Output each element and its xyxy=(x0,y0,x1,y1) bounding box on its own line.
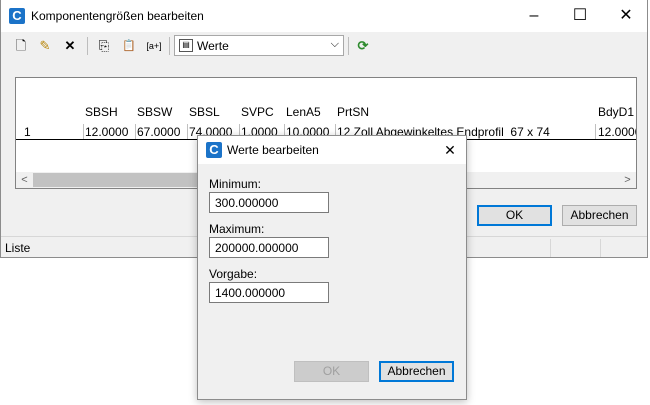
status-divider xyxy=(600,239,601,257)
table-cell[interactable]: 12.0000 xyxy=(598,125,636,139)
table-cell[interactable]: 67.0000 xyxy=(137,125,187,139)
table-icon: ▤ xyxy=(179,39,193,52)
dialog-close-button[interactable]: ✕ xyxy=(434,136,466,164)
edit-icon[interactable]: ✎ xyxy=(35,36,55,56)
status-text: Liste xyxy=(5,241,31,255)
status-divider xyxy=(550,239,551,257)
column-header[interactable]: SBSH xyxy=(85,105,118,119)
minimum-label: Minimum: xyxy=(209,177,262,191)
column-header[interactable]: PrtSN xyxy=(337,105,369,119)
dialog-ok-button[interactable]: OK xyxy=(294,361,369,382)
minimize-button[interactable]: – xyxy=(511,0,557,32)
column-header[interactable]: BdyD1 xyxy=(598,105,634,119)
refresh-icon[interactable]: ⟳ xyxy=(353,36,373,56)
dialog-cancel-button[interactable]: Abbrechen xyxy=(379,361,454,382)
toolbar-separator xyxy=(169,37,170,55)
close-button[interactable]: ✕ xyxy=(603,0,649,32)
column-header[interactable]: SVPC xyxy=(241,105,274,119)
toolbar-separator xyxy=(348,37,349,55)
default-input[interactable]: 1400.000000 xyxy=(209,282,329,303)
view-select[interactable]: ▤ Werte ⌵ xyxy=(174,35,344,56)
maximize-button[interactable]: ☐ xyxy=(557,0,603,32)
maximum-input[interactable]: 200000.000000 xyxy=(209,237,329,258)
scroll-left-icon[interactable]: < xyxy=(16,172,33,188)
cell-divider xyxy=(187,124,188,140)
toolbar-separator xyxy=(87,37,88,55)
column-header[interactable]: SBSL xyxy=(189,105,220,119)
new-icon[interactable]: 🗋 xyxy=(11,36,31,56)
title-bar: C Komponentengrößen bearbeiten – ☐ ✕ xyxy=(1,0,647,32)
app-icon: C xyxy=(9,8,25,24)
column-header[interactable]: SBSW xyxy=(137,105,172,119)
window-title: Komponentengrößen bearbeiten xyxy=(31,9,204,23)
toolbar: 🗋 ✎ ✕ ⎘ 📋 [a+] ▤ Werte ⌵ ⟳ xyxy=(1,32,647,60)
cell-divider xyxy=(135,124,136,140)
default-label: Vorgabe: xyxy=(209,267,258,281)
view-select-value: Werte xyxy=(197,39,229,53)
column-header[interactable]: LenA5 xyxy=(286,105,321,119)
scroll-thumb[interactable] xyxy=(33,173,203,187)
chevron-down-icon: ⌵ xyxy=(330,38,339,50)
paste-icon[interactable]: 📋 xyxy=(119,36,139,56)
cell-divider xyxy=(595,124,596,140)
edit-values-dialog: C Werte bearbeiten ✕ Minimum: 300.000000… xyxy=(197,135,467,400)
rename-icon[interactable]: [a+] xyxy=(142,36,166,56)
app-icon: C xyxy=(206,142,222,158)
ok-button[interactable]: OK xyxy=(477,205,552,226)
copy-icon[interactable]: ⎘ xyxy=(94,36,114,56)
cancel-button[interactable]: Abbrechen xyxy=(562,205,637,226)
cell-divider xyxy=(83,124,84,140)
dialog-title: Werte bearbeiten xyxy=(227,143,319,157)
delete-icon[interactable]: ✕ xyxy=(60,36,80,56)
table-cell[interactable]: 12.0000 xyxy=(85,125,135,139)
maximum-label: Maximum: xyxy=(209,222,265,236)
scroll-right-icon[interactable]: > xyxy=(619,172,636,188)
minimum-input[interactable]: 300.000000 xyxy=(209,192,329,213)
row-index[interactable]: 1 xyxy=(24,125,82,139)
dialog-title-bar: C Werte bearbeiten ✕ xyxy=(198,136,466,164)
